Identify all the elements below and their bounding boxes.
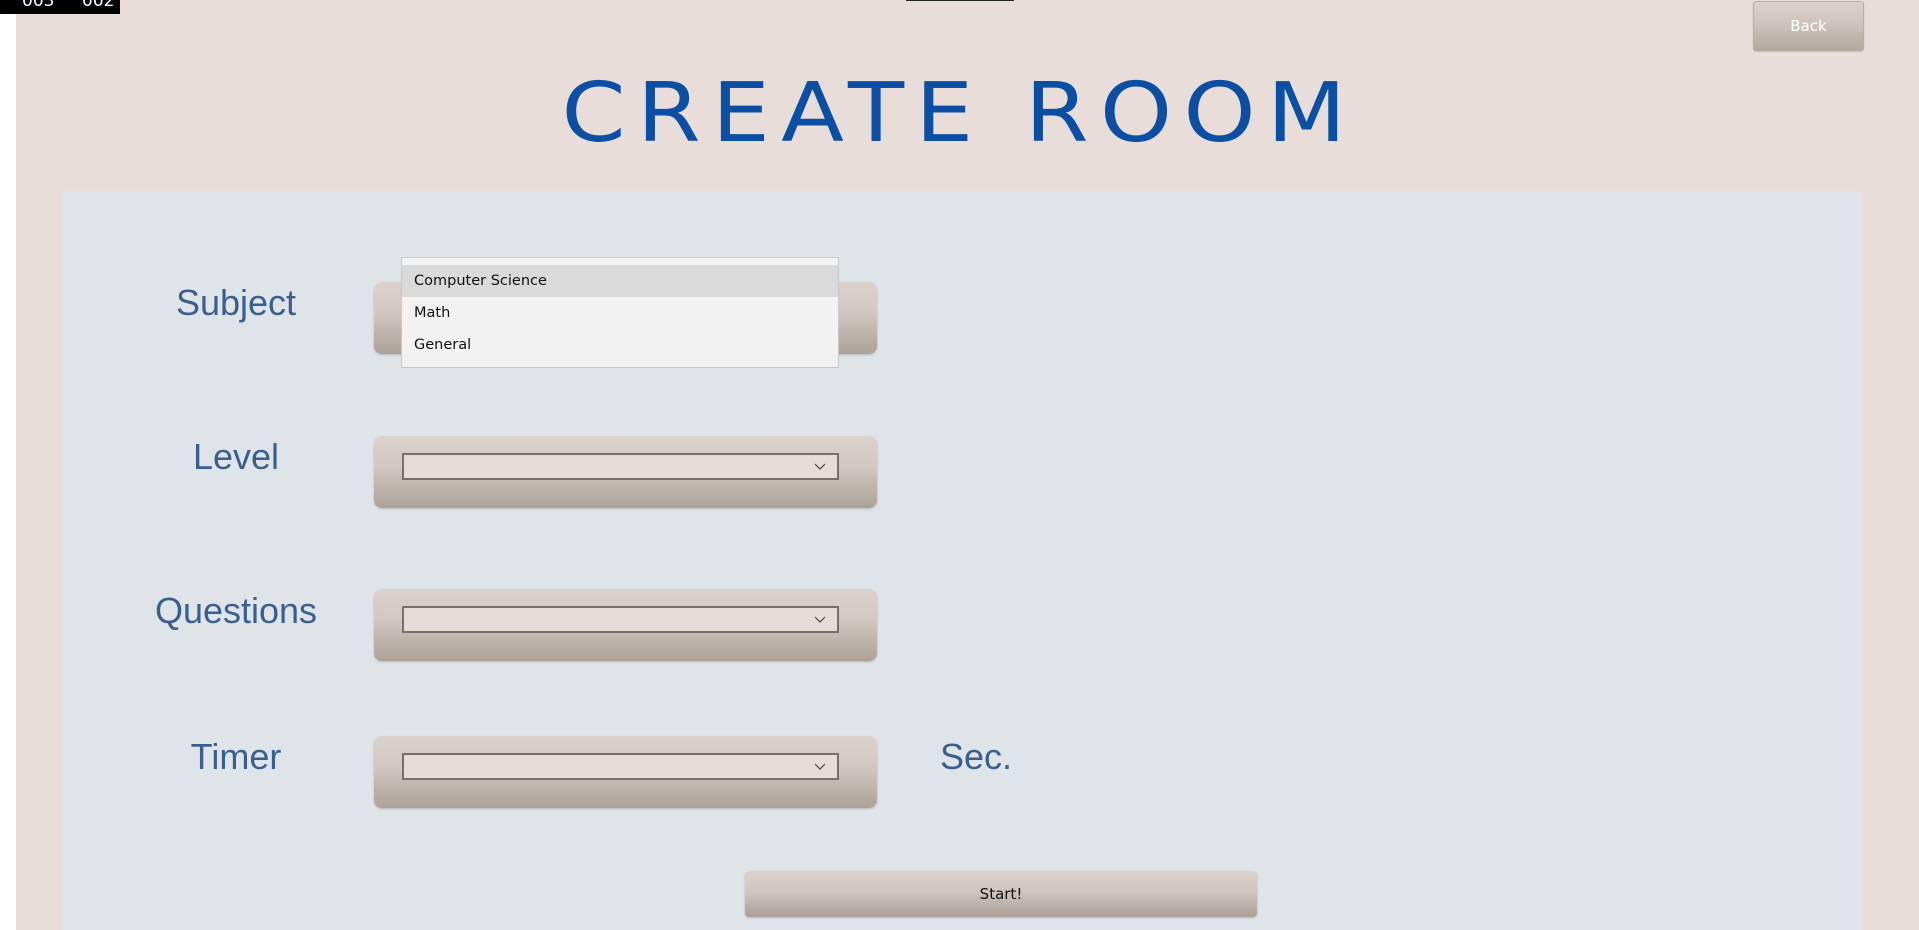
questions-select[interactable] bbox=[402, 606, 839, 633]
chevron-down-icon bbox=[814, 463, 826, 470]
chevron-down-icon bbox=[814, 616, 826, 623]
timer-select[interactable] bbox=[402, 753, 839, 780]
timer-unit-label: Sec. bbox=[939, 736, 1013, 777]
counter-left: 003 bbox=[22, 0, 55, 11]
level-label: Level bbox=[192, 436, 280, 477]
level-field bbox=[374, 436, 877, 508]
subject-option-general[interactable]: General bbox=[402, 329, 838, 361]
subject-option-computer-science[interactable]: Computer Science bbox=[402, 265, 838, 297]
subject-dropdown-list: Computer Science Math General bbox=[401, 257, 839, 368]
timer-field bbox=[374, 736, 877, 808]
start-button[interactable]: Start! bbox=[745, 871, 1257, 917]
timer-label: Timer bbox=[190, 736, 282, 777]
questions-label: Questions bbox=[154, 590, 318, 631]
chevron-down-icon bbox=[814, 763, 826, 770]
dropdown-top-pad bbox=[402, 258, 838, 265]
questions-field bbox=[374, 589, 877, 661]
page-title: CREATE ROOM bbox=[561, 66, 1358, 161]
back-button[interactable]: Back bbox=[1753, 1, 1864, 51]
level-select[interactable] bbox=[402, 453, 839, 480]
top-divider bbox=[906, 0, 1014, 1]
subject-label: Subject bbox=[175, 282, 297, 323]
frame-counter: 003 002 bbox=[0, 0, 120, 14]
subject-option-math[interactable]: Math bbox=[402, 297, 838, 329]
counter-right: 002 bbox=[82, 0, 115, 11]
